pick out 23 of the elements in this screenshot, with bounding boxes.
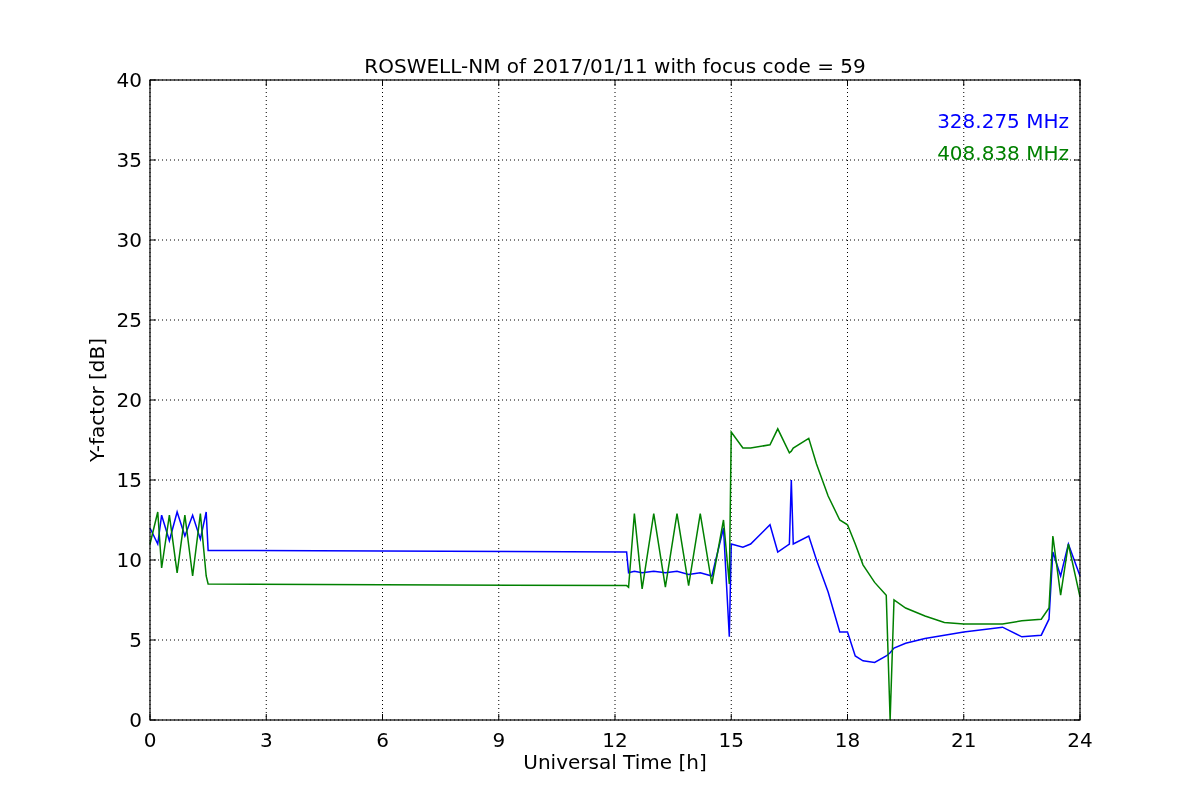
tick-label: 15 (718, 728, 744, 752)
tick-label: 15 (116, 468, 142, 492)
tick-label: 21 (951, 728, 977, 752)
axis-label: Universal Time [h] (523, 750, 707, 774)
tick-label: 35 (116, 148, 142, 172)
tick-label: 25 (116, 308, 142, 332)
chart-title: ROSWELL-NM of 2017/01/11 with focus code = 59 (364, 54, 866, 78)
tick-label: 30 (116, 228, 142, 252)
legend-label: 328.275 MHz (937, 109, 1069, 133)
tick-label: 18 (834, 728, 861, 752)
tick-label: 40 (116, 68, 142, 92)
tick-label: 6 (376, 728, 389, 752)
tick-label: 12 (602, 728, 628, 752)
tick-label: 24 (1067, 728, 1093, 752)
tick-label: 10 (116, 548, 142, 572)
tick-label: 20 (116, 388, 142, 412)
legend-label: 408.838 MHz (937, 141, 1069, 165)
tick-label: 9 (492, 728, 506, 752)
tick-label: 3 (259, 728, 273, 752)
axis-label: Y-factor [dB] (85, 338, 109, 462)
tick-label: 0 (143, 728, 157, 752)
tick-label: 0 (129, 708, 142, 732)
tick-label: 5 (129, 628, 142, 652)
